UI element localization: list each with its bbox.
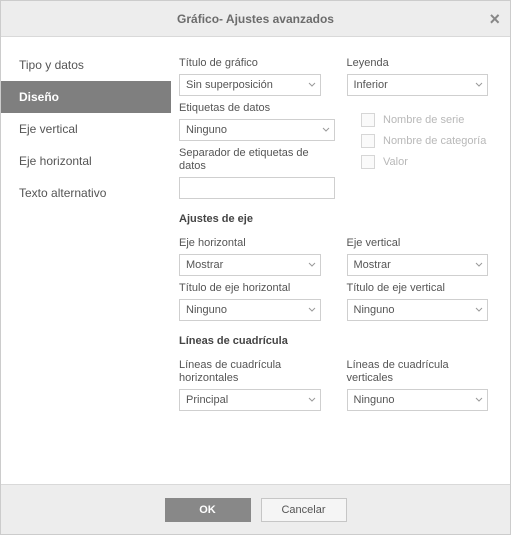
sidebar-item-label: Eje horizontal <box>19 154 92 168</box>
chart-advanced-dialog: Gráfico- Ajustes avanzados × Tipo y dato… <box>0 0 511 535</box>
chevron-down-icon <box>308 396 316 404</box>
v-axis-title-select[interactable]: Ninguno <box>347 299 489 321</box>
check-value-label: Valor <box>383 156 408 168</box>
row-axes: Eje horizontal Mostrar Eje vertical Most… <box>179 231 488 276</box>
v-axis-label: Eje vertical <box>347 237 489 250</box>
h-axis-value: Mostrar <box>186 259 223 271</box>
h-grid-label: Líneas de cuadrícula horizontales <box>179 359 321 385</box>
sidebar-item-layout[interactable]: Diseño <box>1 81 171 113</box>
row-axes-titles: Título de eje horizontal Ninguno Título … <box>179 276 488 321</box>
content-panel: Título de gráfico Sin superposición Leye… <box>171 37 510 484</box>
sidebar-item-label: Texto alternativo <box>19 186 106 200</box>
v-grid-select[interactable]: Ninguno <box>347 389 489 411</box>
cancel-button[interactable]: Cancelar <box>261 498 347 522</box>
check-series-name[interactable]: Nombre de serie <box>361 113 488 127</box>
check-value[interactable]: Valor <box>361 155 488 169</box>
close-icon[interactable]: × <box>489 1 500 37</box>
sidebar-item-horizontal-axis[interactable]: Eje horizontal <box>1 145 171 177</box>
h-grid-value: Principal <box>186 394 228 406</box>
legend-value: Inferior <box>354 79 388 91</box>
checkbox-icon <box>361 113 375 127</box>
chevron-down-icon <box>308 81 316 89</box>
row-title-legend: Título de gráfico Sin superposición Leye… <box>179 51 488 96</box>
v-axis-value: Mostrar <box>354 259 391 271</box>
data-label-sep-label: Separador de etiquetas de datos <box>179 147 335 173</box>
dialog-footer: OK Cancelar <box>1 484 510 534</box>
ok-button[interactable]: OK <box>165 498 251 522</box>
sidebar-item-label: Eje vertical <box>19 122 78 136</box>
check-series-name-label: Nombre de serie <box>383 114 464 126</box>
h-axis-label: Eje horizontal <box>179 237 321 250</box>
v-axis-select[interactable]: Mostrar <box>347 254 489 276</box>
sidebar-item-vertical-axis[interactable]: Eje vertical <box>1 113 171 145</box>
ok-button-label: OK <box>199 504 216 516</box>
row-gridlines: Líneas de cuadrícula horizontales Princi… <box>179 353 488 411</box>
chevron-down-icon <box>475 396 483 404</box>
v-grid-label: Líneas de cuadrícula verticales <box>347 359 489 385</box>
sidebar: Tipo y datos Diseño Eje vertical Eje hor… <box>1 37 171 484</box>
chevron-down-icon <box>308 306 316 314</box>
row-datalabels: Etiquetas de datos Ninguno Separador de … <box>179 96 488 199</box>
legend-select[interactable]: Inferior <box>347 74 489 96</box>
checkbox-icon <box>361 155 375 169</box>
check-category-name-label: Nombre de categoría <box>383 135 486 147</box>
data-labels-value: Ninguno <box>186 124 227 136</box>
chart-title-select[interactable]: Sin superposición <box>179 74 321 96</box>
data-label-sep-input[interactable] <box>179 177 335 199</box>
chevron-down-icon <box>475 261 483 269</box>
h-grid-select[interactable]: Principal <box>179 389 321 411</box>
dialog-body: Tipo y datos Diseño Eje vertical Eje hor… <box>1 37 510 484</box>
h-axis-select[interactable]: Mostrar <box>179 254 321 276</box>
v-axis-title-label: Título de eje vertical <box>347 282 489 295</box>
v-axis-title-value: Ninguno <box>354 304 395 316</box>
axis-section-title: Ajustes de eje <box>179 213 488 225</box>
chevron-down-icon <box>308 261 316 269</box>
h-axis-title-label: Título de eje horizontal <box>179 282 321 295</box>
data-labels-select[interactable]: Ninguno <box>179 119 335 141</box>
v-grid-value: Ninguno <box>354 394 395 406</box>
sidebar-item-type-data[interactable]: Tipo y datos <box>1 49 171 81</box>
sidebar-item-label: Tipo y datos <box>19 58 84 72</box>
check-category-name[interactable]: Nombre de categoría <box>361 134 488 148</box>
chevron-down-icon <box>322 126 330 134</box>
chart-title-value: Sin superposición <box>186 79 273 91</box>
chevron-down-icon <box>475 81 483 89</box>
chart-title-label: Título de gráfico <box>179 57 321 70</box>
sidebar-item-label: Diseño <box>19 90 59 104</box>
chevron-down-icon <box>475 306 483 314</box>
titlebar: Gráfico- Ajustes avanzados × <box>1 1 510 37</box>
sidebar-item-alt-text[interactable]: Texto alternativo <box>1 177 171 209</box>
legend-label: Leyenda <box>347 57 489 70</box>
cancel-button-label: Cancelar <box>281 504 325 516</box>
data-labels-label: Etiquetas de datos <box>179 102 335 115</box>
grid-section-title: Líneas de cuadrícula <box>179 335 488 347</box>
dialog-title: Gráfico- Ajustes avanzados <box>177 12 334 26</box>
checkbox-icon <box>361 134 375 148</box>
h-axis-title-value: Ninguno <box>186 304 227 316</box>
h-axis-title-select[interactable]: Ninguno <box>179 299 321 321</box>
